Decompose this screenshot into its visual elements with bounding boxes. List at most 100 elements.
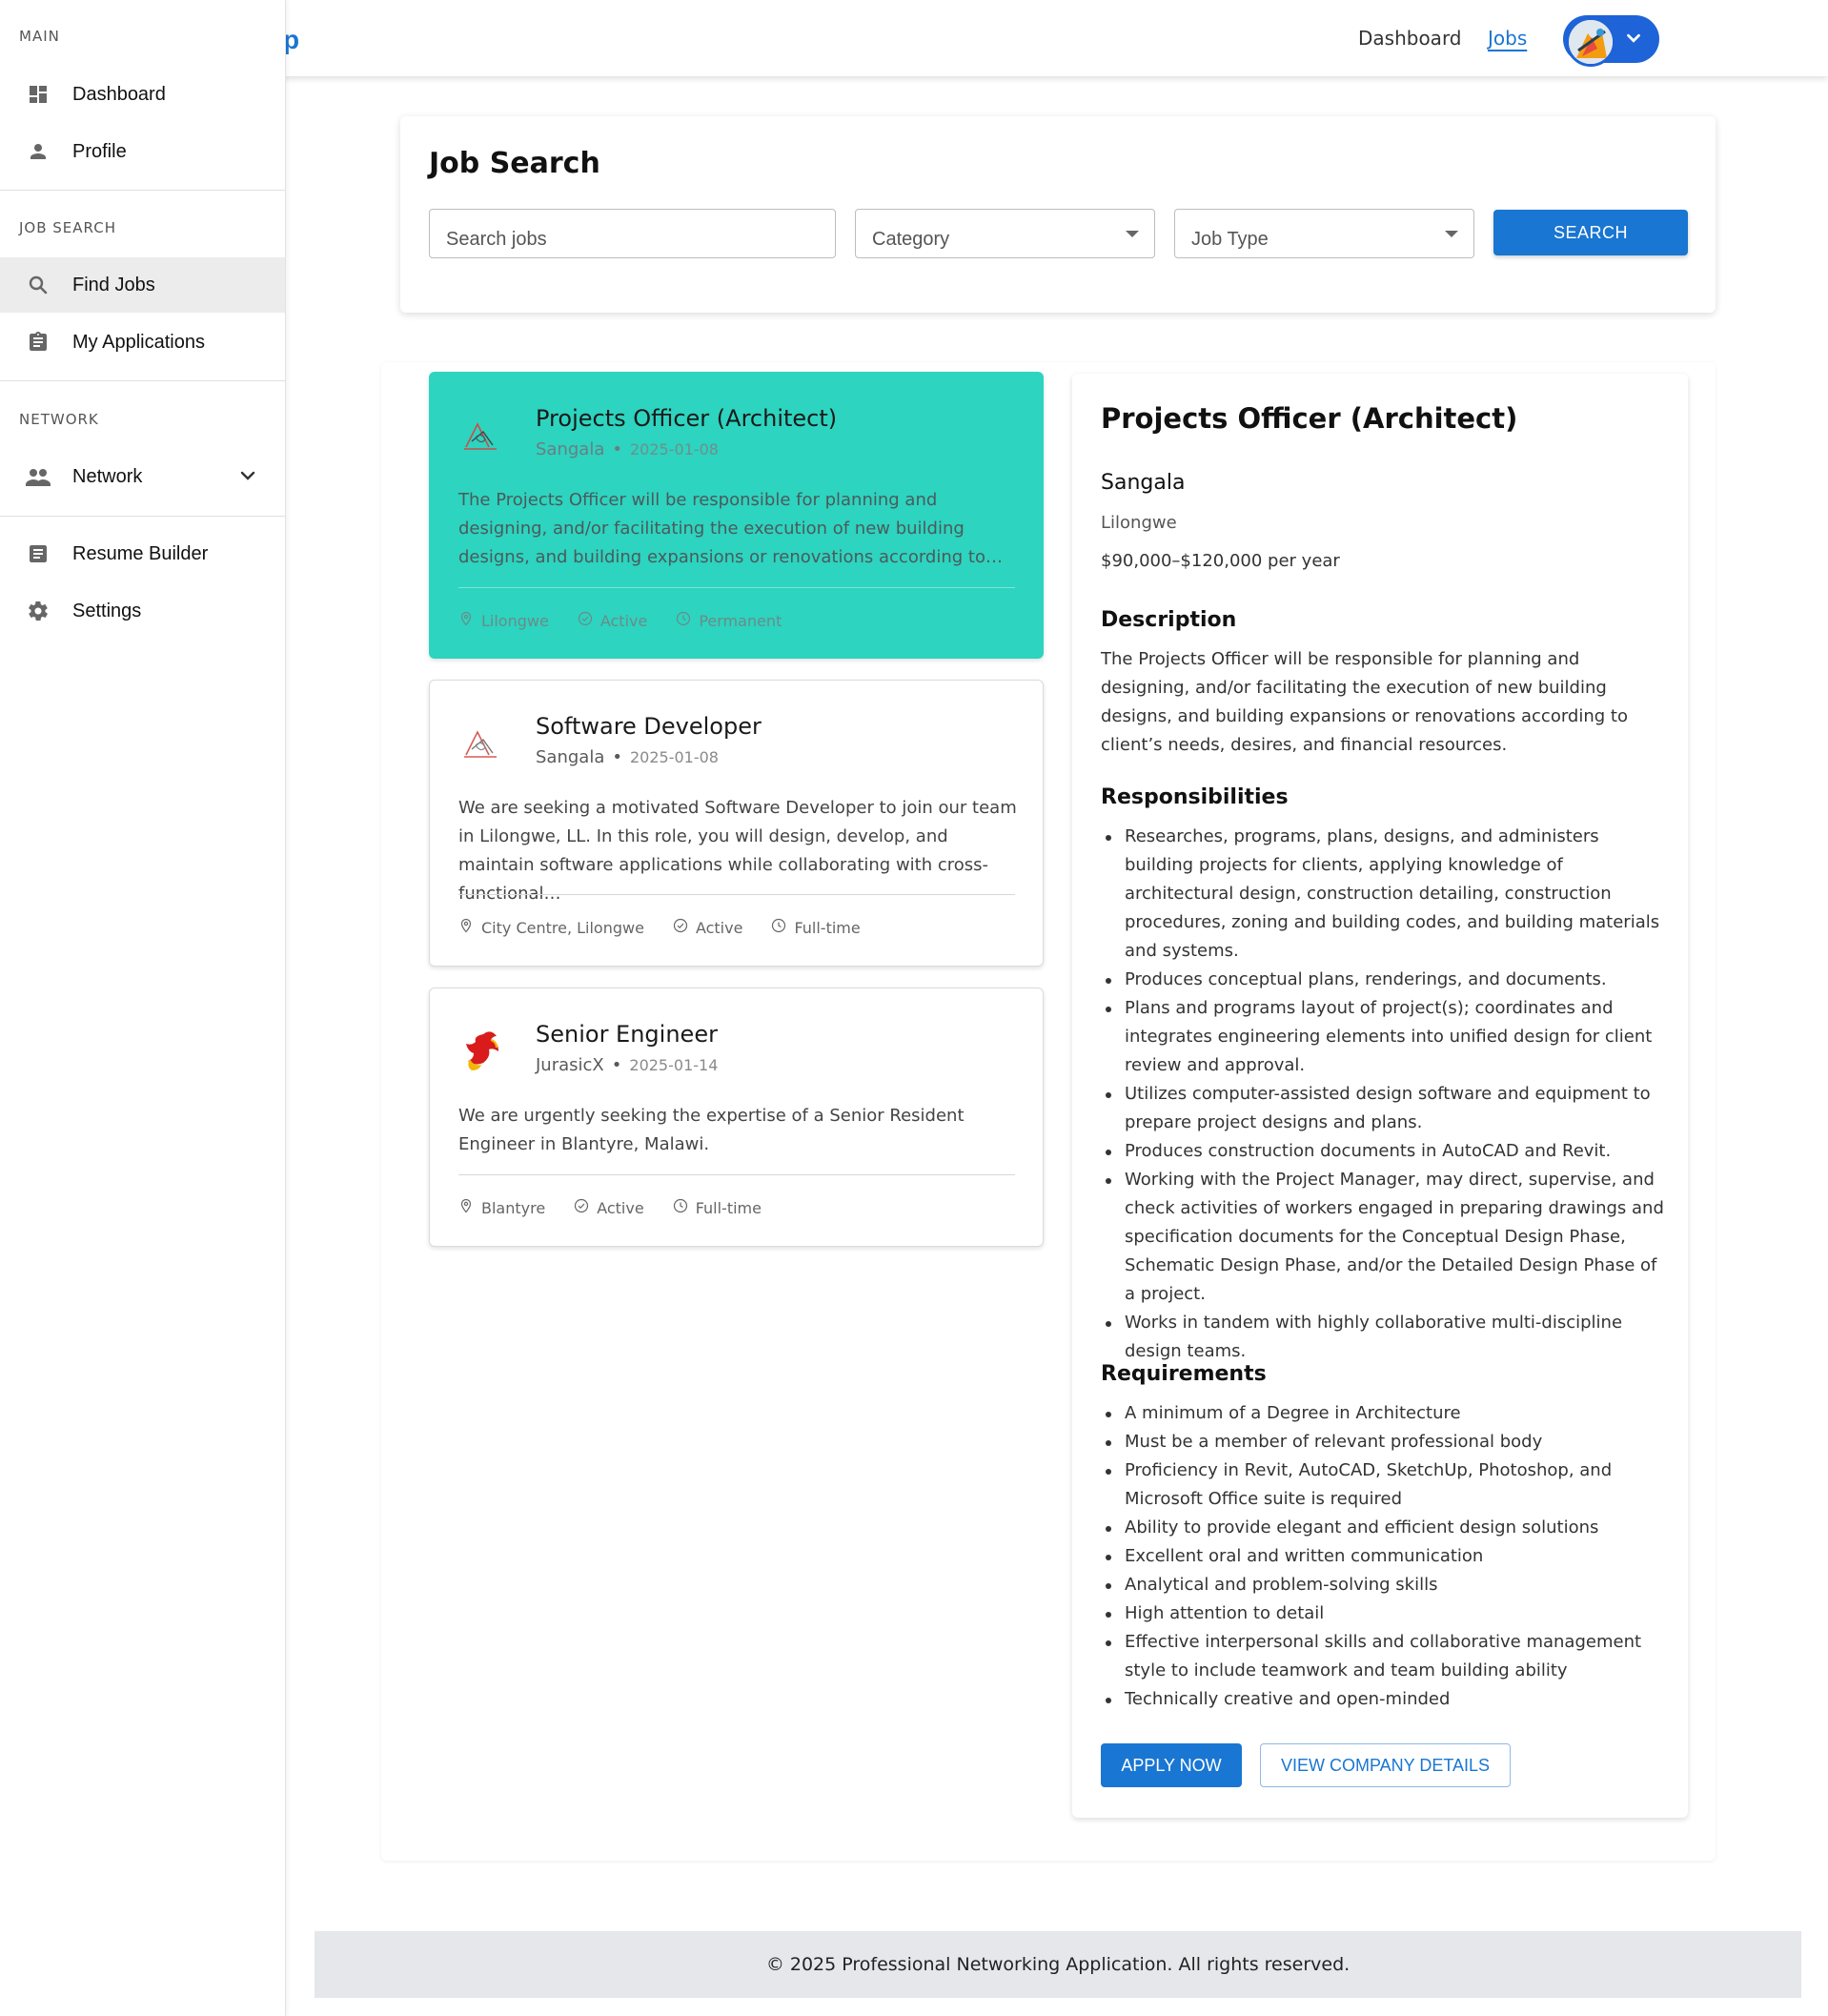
list-item: Working with the Project Manager, may di… [1101, 1166, 1673, 1309]
sidebar-item-label: Settings [72, 600, 142, 621]
job-status: Active [597, 1198, 644, 1217]
chevron-down-icon [1623, 28, 1644, 53]
user-menu-button[interactable] [1563, 15, 1659, 67]
company-logo-icon [455, 409, 508, 462]
list-item: Plans and programs layout of project(s);… [1101, 994, 1673, 1080]
location-pin-icon [458, 611, 481, 630]
clock-icon [673, 1198, 696, 1217]
people-icon [25, 463, 51, 490]
detail-title: Projects Officer (Architect) [1101, 402, 1518, 435]
list-item: Researches, programs, plans, designs, an… [1101, 823, 1673, 966]
job-date: 2025-01-08 [629, 748, 719, 766]
list-item: Must be a member of relevant professiona… [1101, 1428, 1673, 1456]
topnav-dashboard-link[interactable]: Dashboard [1358, 27, 1462, 50]
job-card[interactable]: Senior Engineer JurasicX • 2025-01-14 We a… [429, 988, 1044, 1247]
list-item: Proficiency in Revit, AutoCAD, SketchUp,… [1101, 1456, 1673, 1514]
sidebar-item-label: Find Jobs [72, 274, 155, 295]
description-heading: Description [1101, 608, 1237, 632]
apply-now-button[interactable]: APPLY NOW [1101, 1743, 1242, 1787]
topnav-jobs-link[interactable]: Jobs [1488, 27, 1527, 50]
job-status: Active [695, 918, 743, 937]
list-item: Produces conceptual plans, renderings, a… [1101, 966, 1673, 994]
job-type: Full-time [794, 918, 861, 937]
separator-dot: • [612, 747, 622, 767]
separator-dot: • [612, 439, 622, 459]
search-button[interactable]: SEARCH [1493, 210, 1688, 255]
detail-description: The Projects Officer will be responsible… [1101, 649, 1628, 755]
job-title[interactable]: Software Developer [536, 713, 762, 740]
detail-location: Lilongwe [1101, 513, 1177, 533]
job-footer: Lilongwe Active Permanent [458, 611, 810, 630]
user-avatar [1566, 17, 1615, 67]
sidebar-item-find-jobs[interactable]: Find Jobs [0, 257, 285, 313]
sidebar-item-profile[interactable]: Profile [0, 124, 285, 179]
rooster-logo-icon [455, 1025, 508, 1078]
job-description: The Projects Officer will be responsible… [458, 490, 1003, 567]
sidebar-section-network: NETWORK [19, 411, 99, 428]
list-item: Excellent oral and written communication [1101, 1542, 1673, 1571]
job-type-select-label: Job Type [1191, 229, 1269, 250]
job-title[interactable]: Projects Officer (Architect) [536, 405, 837, 432]
job-date: 2025-01-14 [629, 1056, 719, 1074]
job-type: Full-time [695, 1198, 762, 1217]
sidebar: MAIN Dashboard Profile JOB SEARCH Find J… [0, 0, 286, 2016]
gear-icon [25, 598, 51, 624]
card-divider [458, 587, 1015, 588]
separator-dot: • [611, 1055, 622, 1075]
job-type-select[interactable]: Job Type [1174, 209, 1474, 258]
clipboard-icon [25, 329, 51, 356]
job-date: 2025-01-08 [629, 440, 719, 458]
job-status: Active [599, 611, 648, 630]
responsibilities-heading: Responsibilities [1101, 785, 1289, 809]
list-item: Technically creative and open-minded [1101, 1685, 1673, 1714]
dropdown-arrow-icon [1445, 231, 1458, 237]
requirements-heading: Requirements [1101, 1362, 1267, 1386]
job-card[interactable]: Software Developer Sangala • 2025-01-08 We… [429, 680, 1044, 967]
detail-salary: $90,000–$120,000 per year [1101, 551, 1340, 571]
job-company: Sangala [536, 439, 605, 459]
job-card[interactable]: Projects Officer (Architect) Sangala • 202… [429, 372, 1044, 659]
location-pin-icon [458, 1198, 481, 1217]
check-circle-icon [673, 918, 696, 937]
check-circle-icon [574, 1198, 597, 1217]
sidebar-item-dashboard[interactable]: Dashboard [0, 67, 285, 122]
sidebar-item-label: Profile [72, 140, 127, 162]
job-title[interactable]: Senior Engineer [536, 1021, 718, 1048]
copyright-text: © 2025 Professional Networking Applicati… [765, 1954, 1351, 1975]
job-type: Permanent [699, 611, 782, 630]
list-item: Ability to provide elegant and efficient… [1101, 1514, 1673, 1542]
sidebar-item-settings[interactable]: Settings [0, 583, 285, 639]
document-icon [25, 540, 51, 567]
requirements-list: A minimum of a Degree in Architecture Mu… [1101, 1399, 1673, 1714]
sidebar-divider [0, 516, 285, 517]
sidebar-item-network[interactable]: Network [0, 449, 285, 504]
job-meta: Sangala • 2025-01-08 [536, 439, 719, 459]
job-search-panel: Job Search Search jobs Category Job Type… [400, 116, 1716, 313]
job-description: We are seeking a motivated Software Deve… [458, 798, 1017, 904]
sidebar-item-label: My Applications [72, 331, 205, 353]
dropdown-arrow-icon [1126, 231, 1139, 237]
card-divider [458, 1174, 1015, 1175]
card-divider [458, 894, 1015, 895]
list-item: Effective interpersonal skills and colla… [1101, 1628, 1673, 1685]
sidebar-item-resume-builder[interactable]: Resume Builder [0, 526, 285, 581]
job-footer: Blantyre Active Full-time [458, 1198, 790, 1217]
sidebar-section-job-search: JOB SEARCH [19, 219, 116, 236]
list-item: Produces construction documents in AutoC… [1101, 1137, 1673, 1166]
job-location: City Centre, Lilongwe [481, 918, 644, 937]
company-logo-icon [455, 717, 508, 770]
sidebar-item-my-applications[interactable]: My Applications [0, 315, 285, 370]
person-icon [25, 138, 51, 165]
search-input[interactable]: Search jobs [429, 209, 836, 258]
category-select[interactable]: Category [855, 209, 1155, 258]
job-detail-panel: Projects Officer (Architect) Sangala Lil… [1072, 374, 1688, 1818]
job-meta: JurasicX • 2025-01-14 [536, 1055, 718, 1075]
job-company: Sangala [536, 747, 605, 767]
job-footer: City Centre, Lilongwe Active Full-time [458, 918, 889, 937]
expand-chevron-icon[interactable] [236, 464, 259, 492]
view-company-details-button[interactable]: VIEW COMPANY DETAILS [1260, 1743, 1511, 1787]
sidebar-item-label: Network [72, 465, 143, 487]
sidebar-item-label: Dashboard [72, 83, 166, 105]
job-meta: Sangala • 2025-01-08 [536, 747, 719, 767]
list-item: A minimum of a Degree in Architecture [1101, 1399, 1673, 1428]
